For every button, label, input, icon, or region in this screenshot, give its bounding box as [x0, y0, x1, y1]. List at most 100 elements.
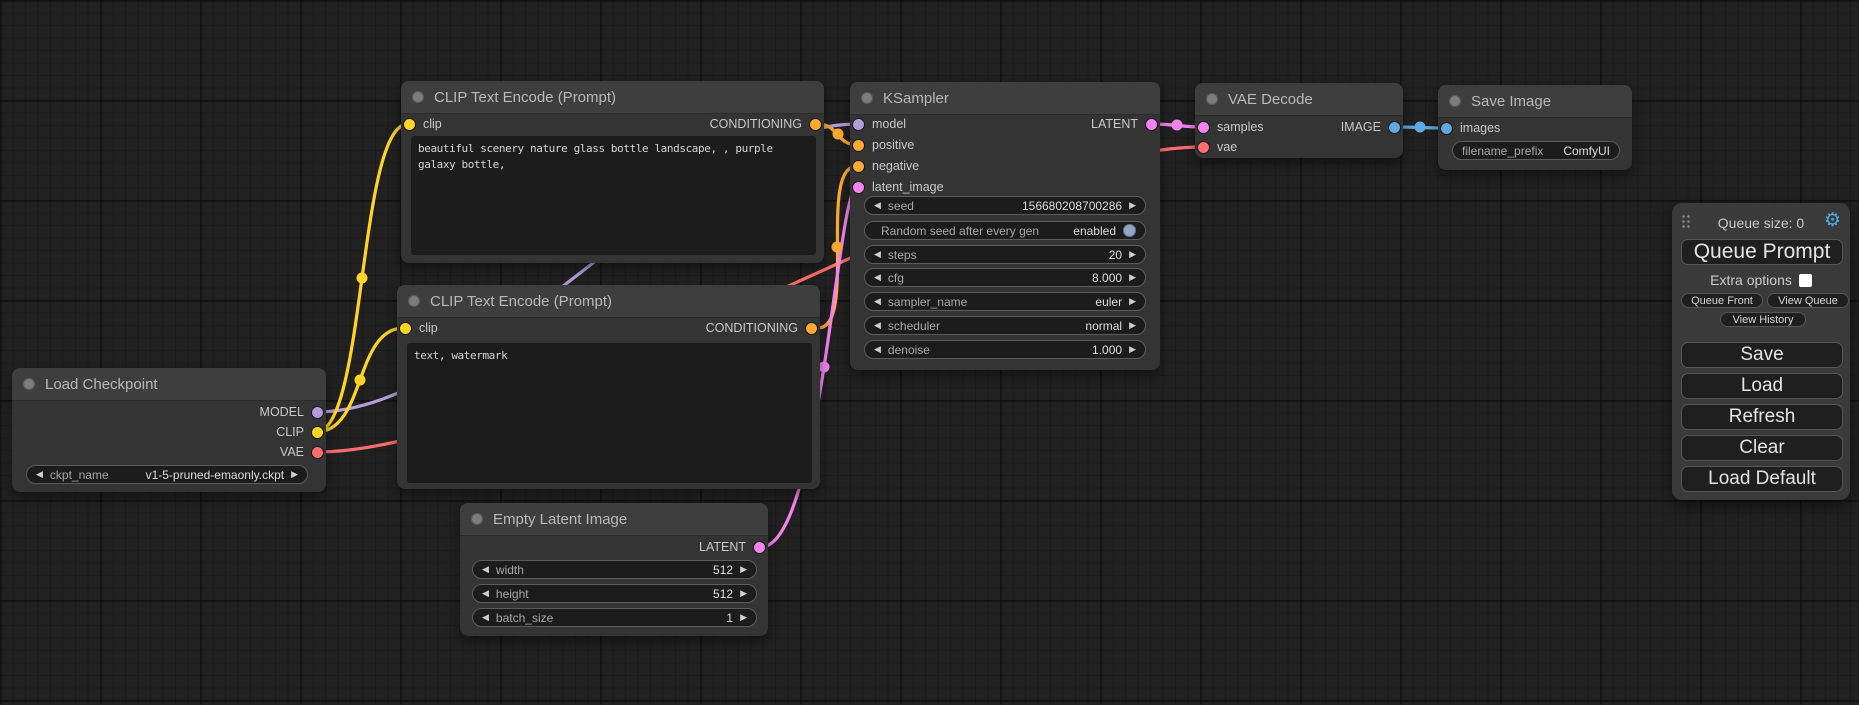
- sampler-prev-arrow-icon[interactable]: ◀: [874, 297, 881, 306]
- port-latent-output[interactable]: [754, 542, 765, 553]
- output-label-conditioning: CONDITIONING: [706, 321, 798, 335]
- settings-gear-icon[interactable]: ⚙: [1824, 211, 1841, 230]
- positive-prompt-textarea[interactable]: beautiful scenery nature glass bottle la…: [411, 136, 816, 255]
- ckpt-name-widget[interactable]: ◀ ckpt_name v1-5-pruned-emaonly.ckpt ▶: [26, 465, 308, 484]
- extra-options-checkbox[interactable]: [1799, 274, 1812, 287]
- node-graph-canvas[interactable]: Load Checkpoint MODEL CLIP VAE ◀ ckpt_na…: [0, 0, 1859, 705]
- steps-widget[interactable]: ◀ steps 20 ▶: [864, 245, 1146, 264]
- scheduler-prev-arrow-icon[interactable]: ◀: [874, 321, 881, 330]
- filename-prefix-widget[interactable]: filename_prefix ComfyUI: [1452, 141, 1620, 160]
- node-title-bar[interactable]: Save Image: [1438, 85, 1632, 118]
- port-images-input[interactable]: [1441, 123, 1452, 134]
- view-queue-button[interactable]: View Queue: [1767, 293, 1849, 308]
- save-button[interactable]: Save: [1681, 342, 1843, 368]
- scheduler-widget[interactable]: ◀ scheduler normal ▶: [864, 316, 1146, 335]
- port-positive-input[interactable]: [853, 140, 864, 151]
- port-vae-output[interactable]: [312, 447, 323, 458]
- port-conditioning-output[interactable]: [810, 119, 821, 130]
- node-title-bar[interactable]: Empty Latent Image: [460, 503, 768, 536]
- view-history-button[interactable]: View History: [1720, 312, 1806, 327]
- height-widget[interactable]: ◀ height 512 ▶: [472, 584, 757, 603]
- node-title-bar[interactable]: CLIP Text Encode (Prompt): [397, 285, 820, 318]
- port-model-output[interactable]: [312, 407, 323, 418]
- seed-widget[interactable]: ◀ seed 156680208700286 ▶: [864, 196, 1146, 215]
- node-collapse-dot[interactable]: [408, 295, 420, 307]
- seed-increment-arrow-icon[interactable]: ▶: [1129, 201, 1136, 210]
- node-title-bar[interactable]: Load Checkpoint: [12, 368, 326, 401]
- node-load-checkpoint[interactable]: Load Checkpoint MODEL CLIP VAE ◀ ckpt_na…: [12, 368, 326, 492]
- scheduler-next-arrow-icon[interactable]: ▶: [1129, 321, 1136, 330]
- denoise-widget[interactable]: ◀ denoise 1.000 ▶: [864, 340, 1146, 359]
- widget-label: sampler_name: [888, 295, 967, 309]
- widget-value: 1.000: [1092, 343, 1122, 357]
- width-decrement-arrow-icon[interactable]: ◀: [482, 565, 489, 574]
- width-increment-arrow-icon[interactable]: ▶: [740, 565, 747, 574]
- node-title: Load Checkpoint: [45, 376, 158, 393]
- input-label-images: images: [1460, 121, 1500, 135]
- node-empty-latent-image[interactable]: Empty Latent Image LATENT ◀ width 512 ▶ …: [460, 503, 768, 636]
- node-title-bar[interactable]: VAE Decode: [1195, 83, 1403, 116]
- denoise-decrement-arrow-icon[interactable]: ◀: [874, 345, 881, 354]
- sampler-name-widget[interactable]: ◀ sampler_name euler ▶: [864, 292, 1146, 311]
- port-clip-output[interactable]: [312, 427, 323, 438]
- node-collapse-dot[interactable]: [1206, 93, 1218, 105]
- link-midpoint-dot: [1172, 120, 1183, 131]
- cfg-widget[interactable]: ◀ cfg 8.000 ▶: [864, 268, 1146, 287]
- random-seed-toggle-widget[interactable]: Random seed after every gen enabled: [864, 221, 1146, 240]
- refresh-button[interactable]: Refresh: [1681, 404, 1843, 430]
- height-decrement-arrow-icon[interactable]: ◀: [482, 589, 489, 598]
- height-increment-arrow-icon[interactable]: ▶: [740, 589, 747, 598]
- output-label-latent: LATENT: [699, 540, 746, 554]
- widget-value: 512: [713, 563, 733, 577]
- widget-value: 20: [1109, 248, 1122, 262]
- extra-options-label: Extra options: [1710, 272, 1792, 288]
- node-collapse-dot[interactable]: [412, 91, 424, 103]
- width-widget[interactable]: ◀ width 512 ▶: [472, 560, 757, 579]
- port-latent-image-input[interactable]: [853, 182, 864, 193]
- batch-increment-arrow-icon[interactable]: ▶: [740, 613, 747, 622]
- node-title-bar[interactable]: KSampler: [850, 82, 1160, 115]
- node-collapse-dot[interactable]: [471, 513, 483, 525]
- port-conditioning-output[interactable]: [806, 323, 817, 334]
- node-collapse-dot[interactable]: [861, 92, 873, 104]
- port-latent-output[interactable]: [1146, 119, 1157, 130]
- node-clip-text-encode-negative[interactable]: CLIP Text Encode (Prompt) clip CONDITION…: [397, 285, 820, 489]
- steps-increment-arrow-icon[interactable]: ▶: [1129, 250, 1136, 259]
- port-vae-input[interactable]: [1198, 142, 1209, 153]
- seed-decrement-arrow-icon[interactable]: ◀: [874, 201, 881, 210]
- batch-decrement-arrow-icon[interactable]: ◀: [482, 613, 489, 622]
- cfg-increment-arrow-icon[interactable]: ▶: [1129, 273, 1136, 282]
- input-label-negative: negative: [872, 159, 919, 173]
- node-collapse-dot[interactable]: [23, 378, 35, 390]
- output-row-conditioning: CONDITIONING: [401, 116, 824, 132]
- link-midpoint-dot: [355, 375, 366, 386]
- node-collapse-dot[interactable]: [1449, 95, 1461, 107]
- port-image-output[interactable]: [1389, 122, 1400, 133]
- sampler-next-arrow-icon[interactable]: ▶: [1129, 297, 1136, 306]
- queue-prompt-button[interactable]: Queue Prompt: [1681, 239, 1843, 265]
- ckpt-next-arrow-icon[interactable]: ▶: [291, 470, 298, 479]
- queue-front-button[interactable]: Queue Front: [1681, 293, 1763, 308]
- port-negative-input[interactable]: [853, 161, 864, 172]
- steps-decrement-arrow-icon[interactable]: ◀: [874, 250, 881, 259]
- clear-button[interactable]: Clear: [1681, 435, 1843, 461]
- node-title: Empty Latent Image: [493, 511, 627, 528]
- denoise-increment-arrow-icon[interactable]: ▶: [1129, 345, 1136, 354]
- load-default-button[interactable]: Load Default: [1681, 466, 1843, 492]
- negative-prompt-textarea[interactable]: text, watermark: [407, 343, 812, 483]
- output-label-clip: CLIP: [276, 425, 304, 439]
- node-ksampler[interactable]: KSampler model positive negative latent_…: [850, 82, 1160, 370]
- input-row-vae: vae: [1195, 139, 1403, 155]
- random-seed-toggle-icon[interactable]: [1123, 224, 1136, 237]
- output-row-vae: VAE: [12, 444, 326, 460]
- node-title-bar[interactable]: CLIP Text Encode (Prompt): [401, 81, 824, 114]
- input-row-latent-image: latent_image: [850, 179, 1160, 195]
- ckpt-prev-arrow-icon[interactable]: ◀: [36, 470, 43, 479]
- node-save-image[interactable]: Save Image images filename_prefix ComfyU…: [1438, 85, 1632, 170]
- batch-size-widget[interactable]: ◀ batch_size 1 ▶: [472, 608, 757, 627]
- cfg-decrement-arrow-icon[interactable]: ◀: [874, 273, 881, 282]
- node-title: Save Image: [1471, 93, 1551, 110]
- node-clip-text-encode-positive[interactable]: CLIP Text Encode (Prompt) clip CONDITION…: [401, 81, 824, 263]
- node-vae-decode[interactable]: VAE Decode samples vae IMAGE: [1195, 83, 1403, 158]
- load-button[interactable]: Load: [1681, 373, 1843, 399]
